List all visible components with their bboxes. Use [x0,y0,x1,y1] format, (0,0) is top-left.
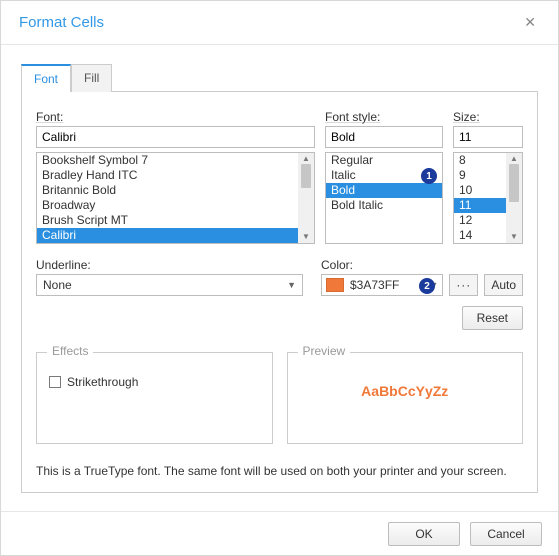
list-item[interactable]: Regular [326,153,442,168]
color-dropdown[interactable]: $3A73FF ▼ [321,274,443,296]
chevron-down-icon: ▼ [429,280,438,290]
list-item[interactable]: 12 [454,213,506,228]
chevron-up-icon[interactable]: ▲ [302,154,310,164]
color-label: Color: [321,258,523,272]
list-item[interactable]: 10 [454,183,506,198]
list-item[interactable]: Bold [326,183,442,198]
size-input[interactable] [453,126,523,148]
chevron-down-icon[interactable]: ▼ [302,232,310,242]
list-item[interactable]: Broadway [37,198,298,213]
underline-select[interactable]: None ▼ [36,274,303,296]
strikethrough-label: Strikethrough [67,375,138,389]
tab-font[interactable]: Font [21,64,71,92]
close-icon[interactable]: ✕ [520,10,540,35]
list-item[interactable]: Brush Script MT [37,213,298,228]
list-item[interactable]: Calibri [37,228,298,243]
effects-group-title: Effects [47,344,93,358]
strikethrough-checkbox[interactable]: Strikethrough [49,375,260,389]
scrollbar[interactable]: ▲ ▼ [298,153,314,243]
preview-text: AaBbCcYyZz [300,369,511,399]
auto-color-button[interactable]: Auto [484,274,523,296]
chevron-up-icon[interactable]: ▲ [510,154,518,164]
chevron-down-icon: ▼ [287,280,296,290]
scroll-thumb[interactable] [509,164,519,202]
dialog-title: Format Cells [19,14,104,31]
font-style-list[interactable]: Regular Italic Bold Bold Italic [325,152,443,244]
reset-button[interactable]: Reset [462,306,523,330]
size-label: Size: [453,110,523,124]
font-label: Font: [36,110,315,124]
footnote-text: This is a TrueType font. The same font w… [36,464,523,478]
checkbox-box-icon [49,376,61,388]
list-item[interactable]: Bold Italic [326,198,442,213]
preview-group-title: Preview [298,344,351,358]
list-item[interactable]: Bradley Hand ITC [37,168,298,183]
tab-fill[interactable]: Fill [71,64,112,92]
font-panel: Font: Bookshelf Symbol 7 Bradley Hand IT… [21,91,538,493]
scroll-thumb[interactable] [301,164,311,188]
color-swatch [326,278,344,292]
font-list[interactable]: Bookshelf Symbol 7 Bradley Hand ITC Brit… [36,152,315,244]
list-item[interactable]: 9 [454,168,506,183]
size-list[interactable]: 8 9 10 11 12 14 ▲ ▼ [453,152,523,244]
font-style-input[interactable] [325,126,443,148]
list-item[interactable]: 8 [454,153,506,168]
scrollbar[interactable]: ▲ ▼ [506,153,522,243]
color-hex: $3A73FF [350,278,399,292]
list-item[interactable]: 11 [454,198,506,213]
list-item[interactable]: Italic [326,168,442,183]
cancel-button[interactable]: Cancel [470,522,542,546]
list-item[interactable]: Britannic Bold [37,183,298,198]
underline-label: Underline: [36,258,303,272]
more-colors-button[interactable]: ··· [449,274,478,296]
list-item[interactable]: Bookshelf Symbol 7 [37,153,298,168]
list-item[interactable]: 14 [454,228,506,243]
underline-value: None [43,278,72,292]
font-input[interactable] [36,126,315,148]
font-style-label: Font style: [325,110,443,124]
ok-button[interactable]: OK [388,522,460,546]
tab-strip: Font Fill [21,63,538,91]
chevron-down-icon[interactable]: ▼ [510,232,518,242]
